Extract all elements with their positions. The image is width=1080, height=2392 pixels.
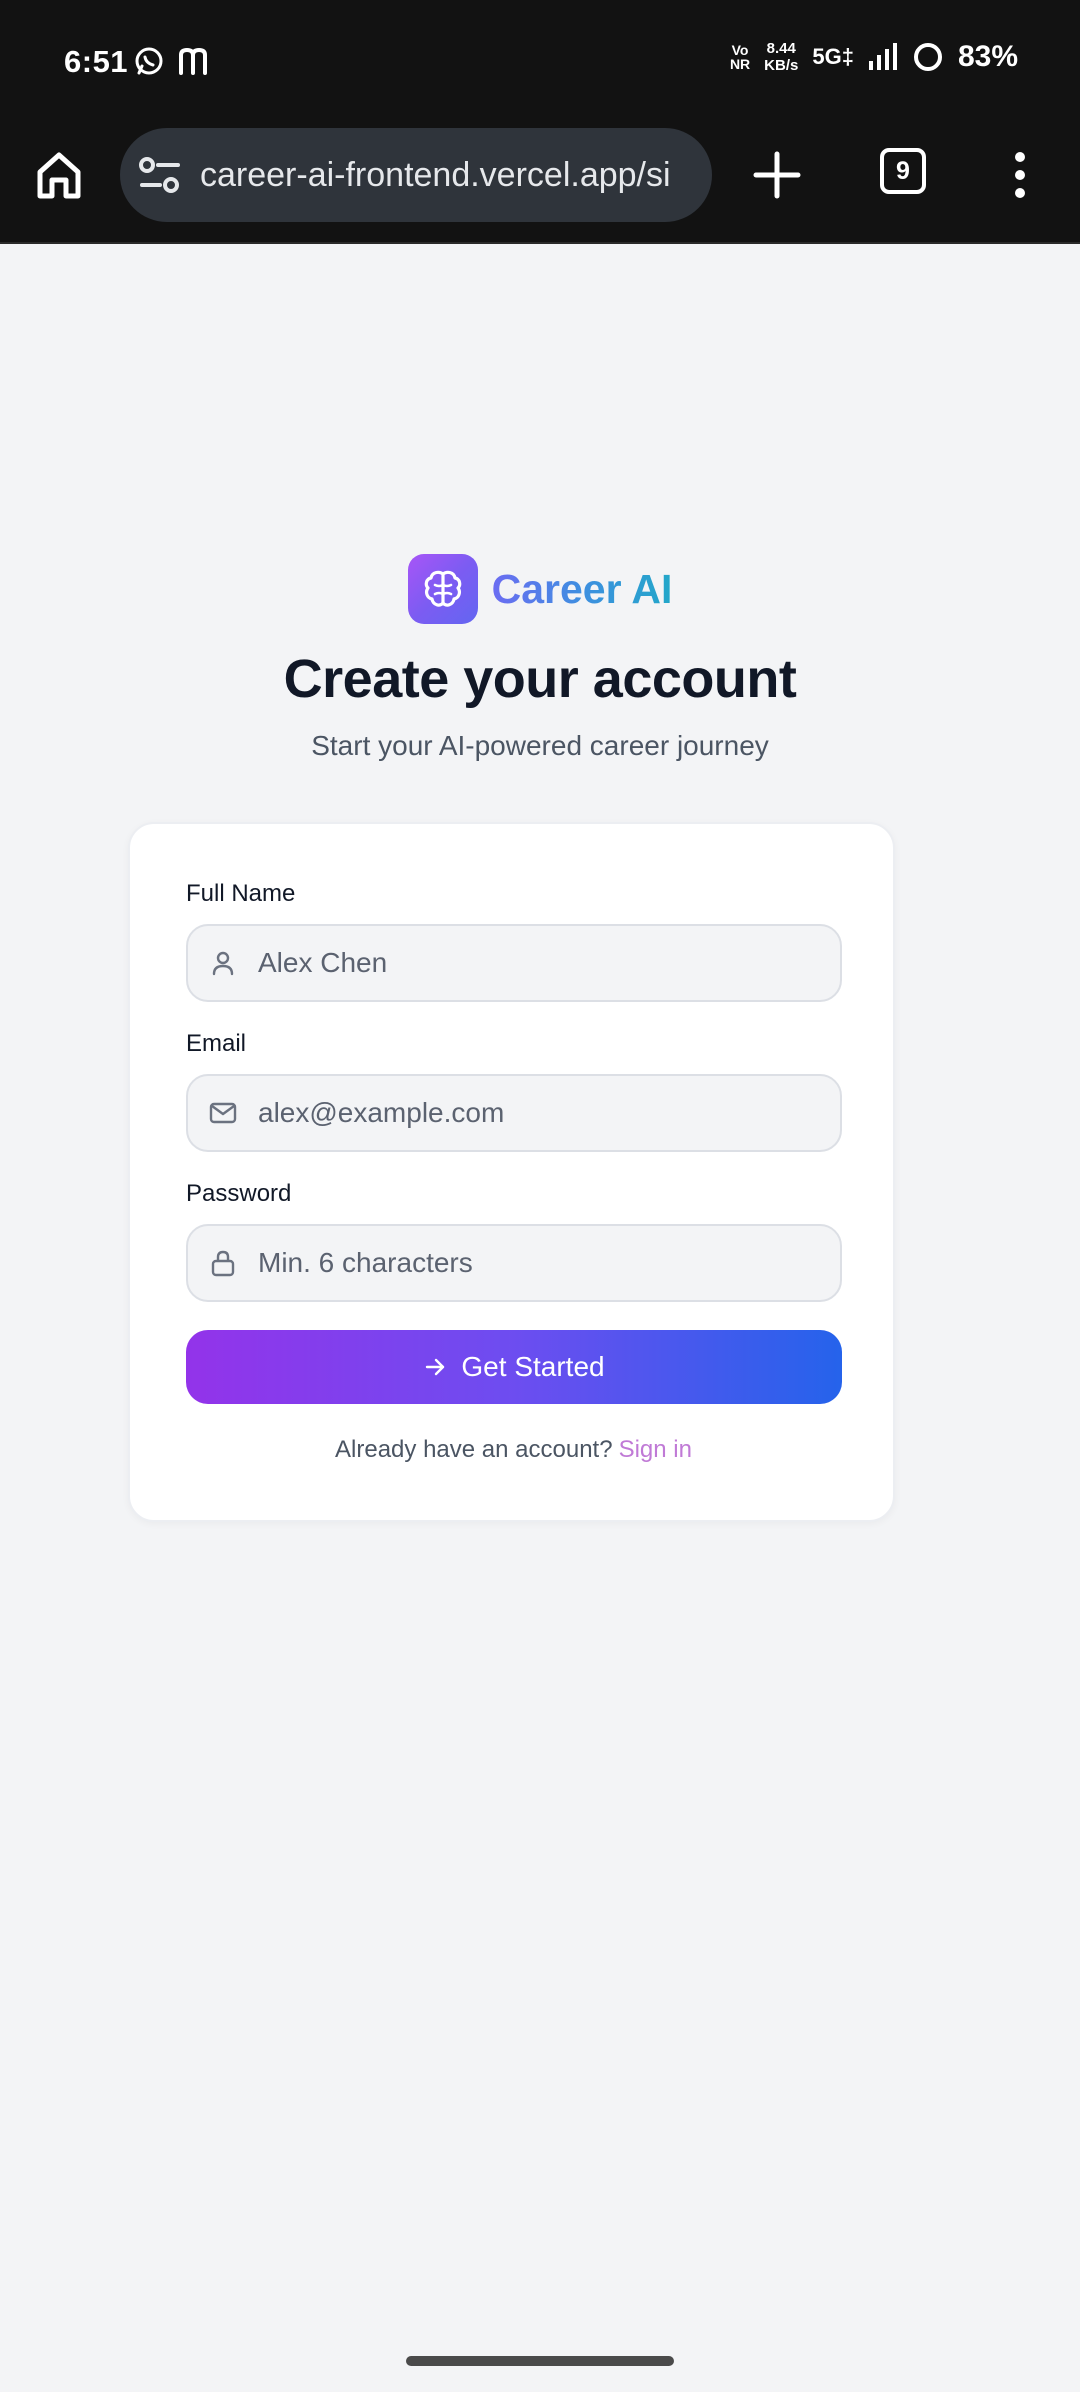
email-label: Email [186,1030,247,1057]
network-type: 5G‡ [812,44,854,69]
page-title: Create your account [283,649,797,709]
arrow-right-icon [426,1358,445,1376]
email-input[interactable] [258,1097,818,1129]
brand-name: Career AI [491,565,673,612]
home-icon[interactable] [34,148,84,202]
full-name-label: Full Name [186,880,296,907]
status-time: 6:51 [64,44,129,79]
threads-icon [179,47,207,75]
get-started-button[interactable]: Get Started [186,1330,842,1404]
home-indicator[interactable] [406,2356,674,2366]
page-subtitle: Start your AI-powered career journey [311,730,769,761]
battery-ring-icon [913,43,942,71]
volte-indicator: Vo NR [730,43,750,71]
brand-header: Career AI [0,554,1080,624]
notification-icons [134,46,210,76]
whatsapp-icon [135,47,163,75]
tabs-icon[interactable]: 9 [880,148,926,194]
email-field[interactable] [186,1074,842,1152]
net-speed-unit: KB/s [764,57,799,74]
browser-toolbar: career-ai-frontend.vercel.app/si 9 [0,128,1080,244]
signal-icon [868,43,897,70]
brand-logo [407,554,478,624]
net-speed: 8.44 KB/s [764,40,798,74]
status-bar: 6:51 Vo NR 8.44 KB/s 5G‡ 83% [0,0,1080,128]
volte-top: Vo [731,42,749,58]
tab-count: 9 [896,156,910,185]
user-icon [212,951,234,976]
site-settings-icon[interactable] [138,155,182,195]
password-input[interactable] [258,1247,818,1279]
brain-icon [424,570,461,607]
signup-card: Full Name Email Password Get Started Alr… [128,822,895,1522]
password-label: Password [186,1180,292,1207]
mail-icon [209,1102,237,1124]
full-name-field[interactable] [186,924,842,1002]
password-field[interactable] [186,1224,842,1302]
url-text[interactable]: career-ai-frontend.vercel.app/si [200,156,671,195]
address-bar[interactable]: career-ai-frontend.vercel.app/si [120,128,712,222]
volte-bottom: NR [729,56,751,72]
signin-prompt: Already have an account? [335,1436,613,1463]
signin-prompt-line: Already have an account? Sign in [130,1436,897,1464]
full-name-input[interactable] [258,947,818,979]
net-speed-value: 8.44 [766,40,796,57]
battery-percent: 83% [957,40,1018,73]
get-started-label: Get Started [461,1351,605,1382]
lock-icon [211,1250,235,1277]
status-indicators: Vo NR 8.44 KB/s 5G‡ 83% [730,40,1018,74]
more-vert-icon[interactable] [1010,150,1030,200]
new-tab-plus-icon[interactable] [752,150,802,200]
signin-link[interactable]: Sign in [619,1436,692,1463]
